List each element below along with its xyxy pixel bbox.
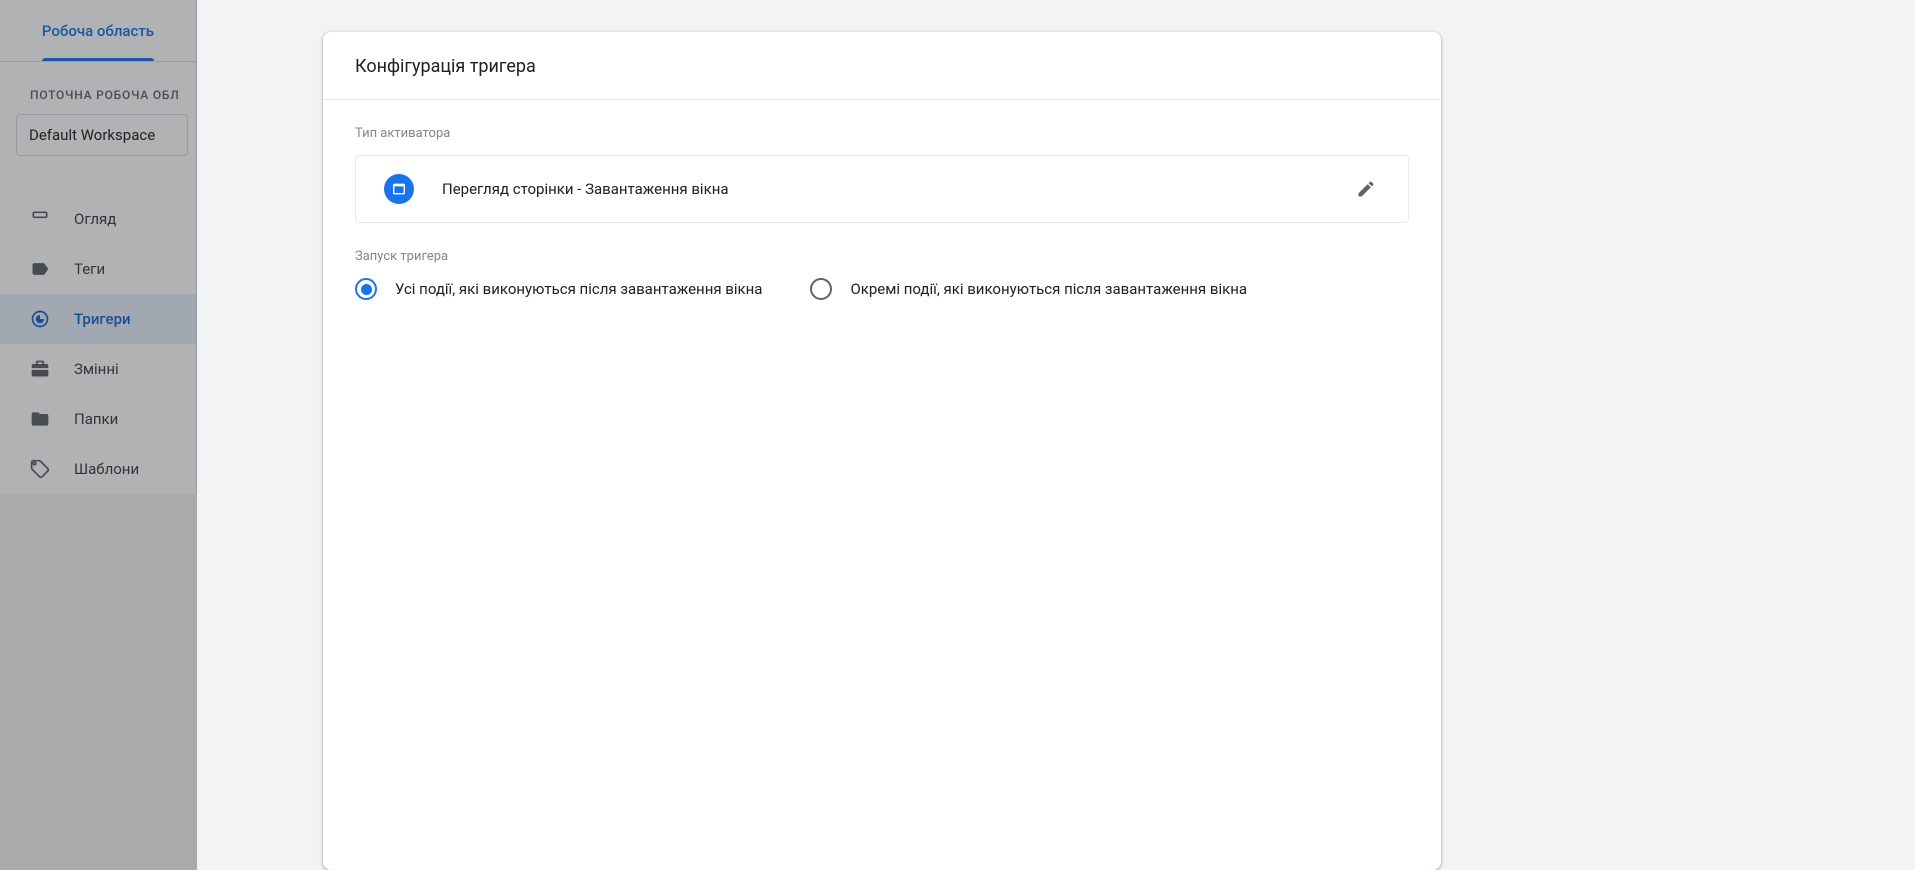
nav-item-label: Папки [74,410,118,428]
trigger-icon [30,309,50,329]
nav-item-templates[interactable]: Шаблони [0,444,196,494]
nav-item-label: Шаблони [74,460,139,478]
folder-icon [30,409,50,429]
radio-icon [355,278,377,300]
nav-item-label: Огляд [74,210,116,228]
nav-item-label: Теги [74,260,105,278]
dashboard-icon [30,209,50,229]
trigger-config-card: Конфігурація тригера Тип активатора Пере… [323,32,1441,870]
activator-type-label: Тип активатора [355,126,1409,141]
trigger-fires-radio-group: Усі події, які виконуються після заванта… [355,278,1409,300]
radio-some-events-label: Окремі події, які виконуються після зава… [850,280,1247,298]
card-header: Конфігурація тригера [323,32,1441,100]
nav-item-triggers[interactable]: Тригери [0,294,196,344]
main-content: Конфігурація тригера Тип активатора Пере… [197,0,1915,870]
nav-item-label: Тригери [74,310,131,328]
radio-icon [810,278,832,300]
variables-icon [30,359,50,379]
sidebar-wrap: Робоча область ПОТОЧНА РОБОЧА ОБЛ Defaul… [0,0,197,870]
activator-type-selector[interactable]: Перегляд сторінки - Завантаження вікна [355,155,1409,223]
trigger-fires-label: Запуск тригера [355,249,1409,264]
nav-list: Огляд Теги Тригери [0,194,196,494]
nav-item-tags[interactable]: Теги [0,244,196,294]
nav-item-overview[interactable]: Огляд [0,194,196,244]
radio-all-events-label: Усі події, які виконуються після заванта… [395,280,762,298]
nav-item-variables[interactable]: Змінні [0,344,196,394]
pencil-icon [1356,179,1376,199]
workspace-section-label: ПОТОЧНА РОБОЧА ОБЛ [0,88,196,102]
activator-type-section: Тип активатора Перегляд сторінки - Заван… [323,100,1441,223]
card-title: Конфігурація тригера [355,56,1409,77]
sidebar: Робоча область ПОТОЧНА РОБОЧА ОБЛ Defaul… [0,0,197,494]
page-view-icon [384,174,414,204]
tag-icon [30,259,50,279]
activator-type-value: Перегляд сторінки - Завантаження вікна [442,180,1320,198]
nav-item-label: Змінні [74,360,119,378]
workspace-selected-value: Default Workspace [29,126,155,144]
tab-workspace-label: Робоча область [42,22,154,40]
app-root: Робоча область ПОТОЧНА РОБОЧА ОБЛ Defaul… [0,0,1915,870]
workspace-select[interactable]: Default Workspace [16,114,188,156]
radio-all-events[interactable]: Усі події, які виконуються після заванта… [355,278,762,300]
tab-workspace[interactable]: Робоча область [0,0,196,61]
template-icon [30,459,50,479]
workspace-section: ПОТОЧНА РОБОЧА ОБЛ Default Workspace [0,62,196,170]
trigger-fires-section: Запуск тригера Усі події, які виконуютьс… [323,223,1441,300]
edit-activator-button[interactable] [1348,171,1384,207]
sidebar-tabs: Робоча область [0,0,196,62]
nav-item-folders[interactable]: Папки [0,394,196,444]
radio-some-events[interactable]: Окремі події, які виконуються після зава… [810,278,1247,300]
